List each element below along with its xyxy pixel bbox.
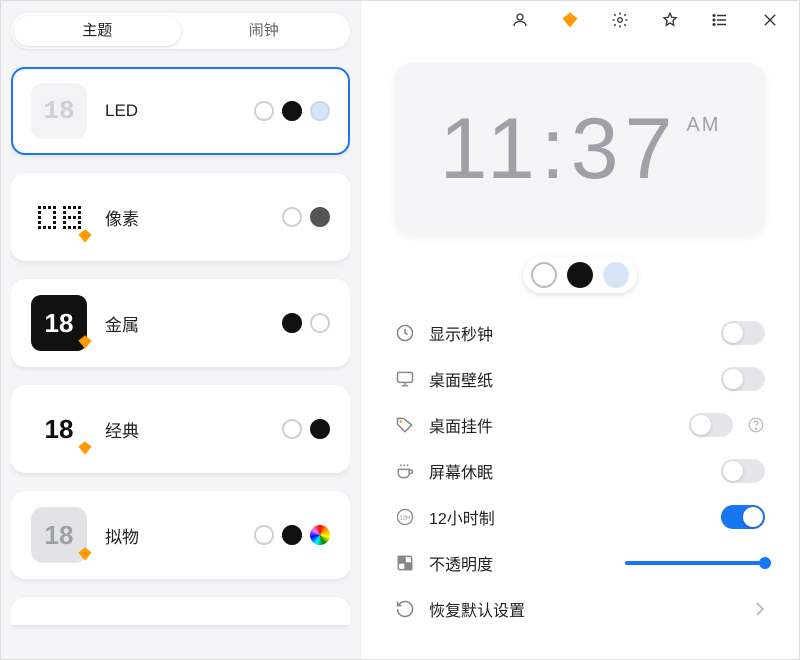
bgcolor-switch [395,257,765,293]
color-white[interactable] [254,525,274,545]
setting-reset[interactable]: 恢复默认设置 [395,597,765,621]
reset-icon [395,599,415,619]
theme-thumb: 18 [31,401,87,457]
color-grey[interactable] [310,207,330,227]
theme-thumb: 18 [31,295,87,351]
color-black[interactable] [282,313,302,333]
toggle-desktop-widget[interactable] [689,413,733,437]
setting-desktop-widget: 桌面挂件 [395,413,765,437]
premium-badge-icon [77,538,93,569]
theme-colors [254,101,330,121]
color-black[interactable] [310,419,330,439]
bgcolor-blue[interactable] [603,262,629,288]
toggle-show-seconds[interactable] [721,321,765,345]
bgcolor-white[interactable] [531,262,557,288]
clock-preview: 11:37 AM [395,63,765,235]
theme-colors [254,525,330,545]
color-white[interactable] [282,419,302,439]
toggle-wallpaper[interactable] [721,367,765,391]
theme-colors [282,419,330,439]
setting-screen-sleep: 屏幕休眠 [395,459,765,483]
coffee-icon [395,461,415,481]
theme-card-peek [11,597,350,625]
clock-icon [395,323,415,343]
sidebar: 主题 闹钟 18 LED [1,1,361,659]
premium-badge-icon [77,220,93,251]
theme-card-led[interactable]: 18 LED [11,67,350,155]
theme-card-classic[interactable]: 18 经典 [11,385,350,473]
close-icon[interactable] [761,11,779,29]
color-white[interactable] [254,101,274,121]
tab-alarm[interactable]: 闹钟 [181,16,348,46]
bgcolor-black[interactable] [567,262,593,288]
setting-label: 显示秒钟 [429,321,707,345]
premium-badge-icon [77,432,93,463]
help-icon[interactable] [747,416,765,434]
theme-card-pixel[interactable]: 像素 [11,173,350,261]
theme-thumb: 18 [31,83,87,139]
topbar [361,1,799,39]
tab-theme[interactable]: 主题 [14,16,181,46]
color-white[interactable] [282,207,302,227]
color-blue[interactable] [310,101,330,121]
setting-label: 桌面挂件 [429,413,675,437]
premium-badge-icon [77,326,93,357]
color-rainbow[interactable] [310,525,330,545]
chevron-right-icon [755,601,765,617]
theme-label: 金属 [105,311,264,336]
theme-colors [282,313,330,333]
settings-list: 显示秒钟 桌面壁纸 桌面挂件 [395,321,765,621]
setting-wallpaper: 桌面壁纸 [395,367,765,391]
setting-opacity: 不透明度 [395,551,765,575]
tag-icon [395,415,415,435]
setting-label: 恢复默认设置 [429,597,741,621]
theme-label: LED [105,101,236,121]
opacity-icon [395,553,415,573]
svg-text:12H: 12H [400,516,411,522]
clock-ampm: AM [686,114,720,137]
gear-icon[interactable] [611,11,629,29]
profile-icon[interactable] [511,11,529,29]
theme-thumb [31,189,87,245]
color-black[interactable] [282,101,302,121]
monitor-icon [395,369,415,389]
theme-label: 像素 [105,205,264,230]
tabbar: 主题 闹钟 [11,13,350,49]
premium-icon[interactable] [561,11,579,29]
setting-hour12: 12H 12小时制 [395,505,765,529]
color-black[interactable] [282,525,302,545]
setting-label: 屏幕休眠 [429,459,707,483]
theme-card-skeuo[interactable]: 18 拟物 [11,491,350,579]
toggle-hour12[interactable] [721,505,765,529]
star-icon[interactable] [661,11,679,29]
theme-label: 经典 [105,417,264,442]
hour12-icon: 12H [395,507,415,527]
slider-opacity[interactable] [625,561,765,565]
theme-card-metal[interactable]: 18 金属 [11,279,350,367]
setting-label: 桌面壁纸 [429,367,707,391]
main: 11:37 AM 显示秒钟 [361,1,799,659]
theme-list: 18 LED [11,67,350,647]
list-icon[interactable] [711,11,729,29]
setting-show-seconds: 显示秒钟 [395,321,765,345]
clock-time: 11:37 AM [440,100,721,199]
color-white[interactable] [310,313,330,333]
theme-colors [282,207,330,227]
theme-label: 拟物 [105,523,236,548]
toggle-screen-sleep[interactable] [721,459,765,483]
setting-label: 12小时制 [429,505,707,529]
setting-label: 不透明度 [429,551,611,575]
content: 11:37 AM 显示秒钟 [361,39,799,659]
theme-thumb: 18 [31,507,87,563]
